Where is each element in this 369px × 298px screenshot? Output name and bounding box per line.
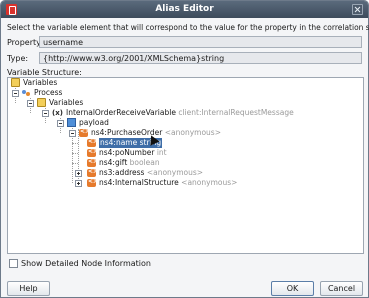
process-icon [22,88,31,97]
property-label: Property: [7,38,43,47]
show-detailed-checkbox[interactable] [9,259,18,268]
tree-node-variables[interactable]: Variables [37,98,83,108]
show-detailed-label: Show Detailed Node Information [21,259,151,268]
variable-structure-label: Variable Structure: [7,68,82,77]
instruction-text: Select the variable element that will co… [7,23,369,32]
tree-node-variables-root[interactable]: Variables [11,78,57,88]
type-label: Type: [7,54,29,63]
collapse-toggle-process[interactable] [12,90,19,97]
cancel-button[interactable]: Cancel [320,281,363,296]
collapse-toggle-purchase-order[interactable] [69,130,76,137]
element-icon [87,147,98,157]
gift-type: boolean [129,158,160,167]
collapse-toggle-internal-var[interactable] [42,110,49,117]
expand-toggle-address[interactable] [75,170,82,177]
dialog-title: Alias Editor [155,4,214,14]
po-number-type: int [156,148,167,157]
expand-toggle-internal-structure[interactable] [75,180,82,187]
collapse-toggle-variables[interactable] [27,100,34,107]
tree-node-process[interactable]: Process [22,88,62,98]
ok-button[interactable]: OK [271,281,314,296]
tree-node-internal-structure[interactable]: ns4:InternalStructure <anonymous> [87,177,238,188]
element-icon [79,127,90,137]
title-bar[interactable]: Alias Editor [1,1,368,18]
internal-structure-type: <anonymous> [181,178,238,187]
alias-editor-dialog: Alias Editor Select the variable element… [0,0,369,298]
type-field: {http://www.w3.org/2001/XMLSchema}string [39,52,362,64]
address-type: <anonymous> [146,168,204,177]
element-icon [87,167,98,177]
property-field: username [39,36,362,48]
purchase-order-type: <anonymous> [164,128,221,137]
help-button[interactable]: Help [7,281,50,296]
tree-node-internal-order-receive-variable[interactable]: (x) InternalOrderReceiveVariable client:I… [52,108,294,118]
variable-tree[interactable]: Variables Process Variables (x) InternalO… [7,77,364,254]
folder-icon [37,98,46,107]
variable-icon: (x) [52,109,63,117]
collapse-toggle-payload[interactable] [57,120,64,127]
folder-icon [11,78,20,87]
message-part-icon [67,118,76,127]
close-button[interactable] [352,4,363,15]
tree-node-address[interactable]: ns3:address <anonymous> [87,167,204,178]
internal-var-type: client:InternalRequestMessage [178,108,294,117]
element-icon [87,137,98,147]
tree-node-po-number[interactable]: ns4:poNumber int [87,147,167,158]
element-icon [87,177,98,187]
element-icon [87,157,98,167]
